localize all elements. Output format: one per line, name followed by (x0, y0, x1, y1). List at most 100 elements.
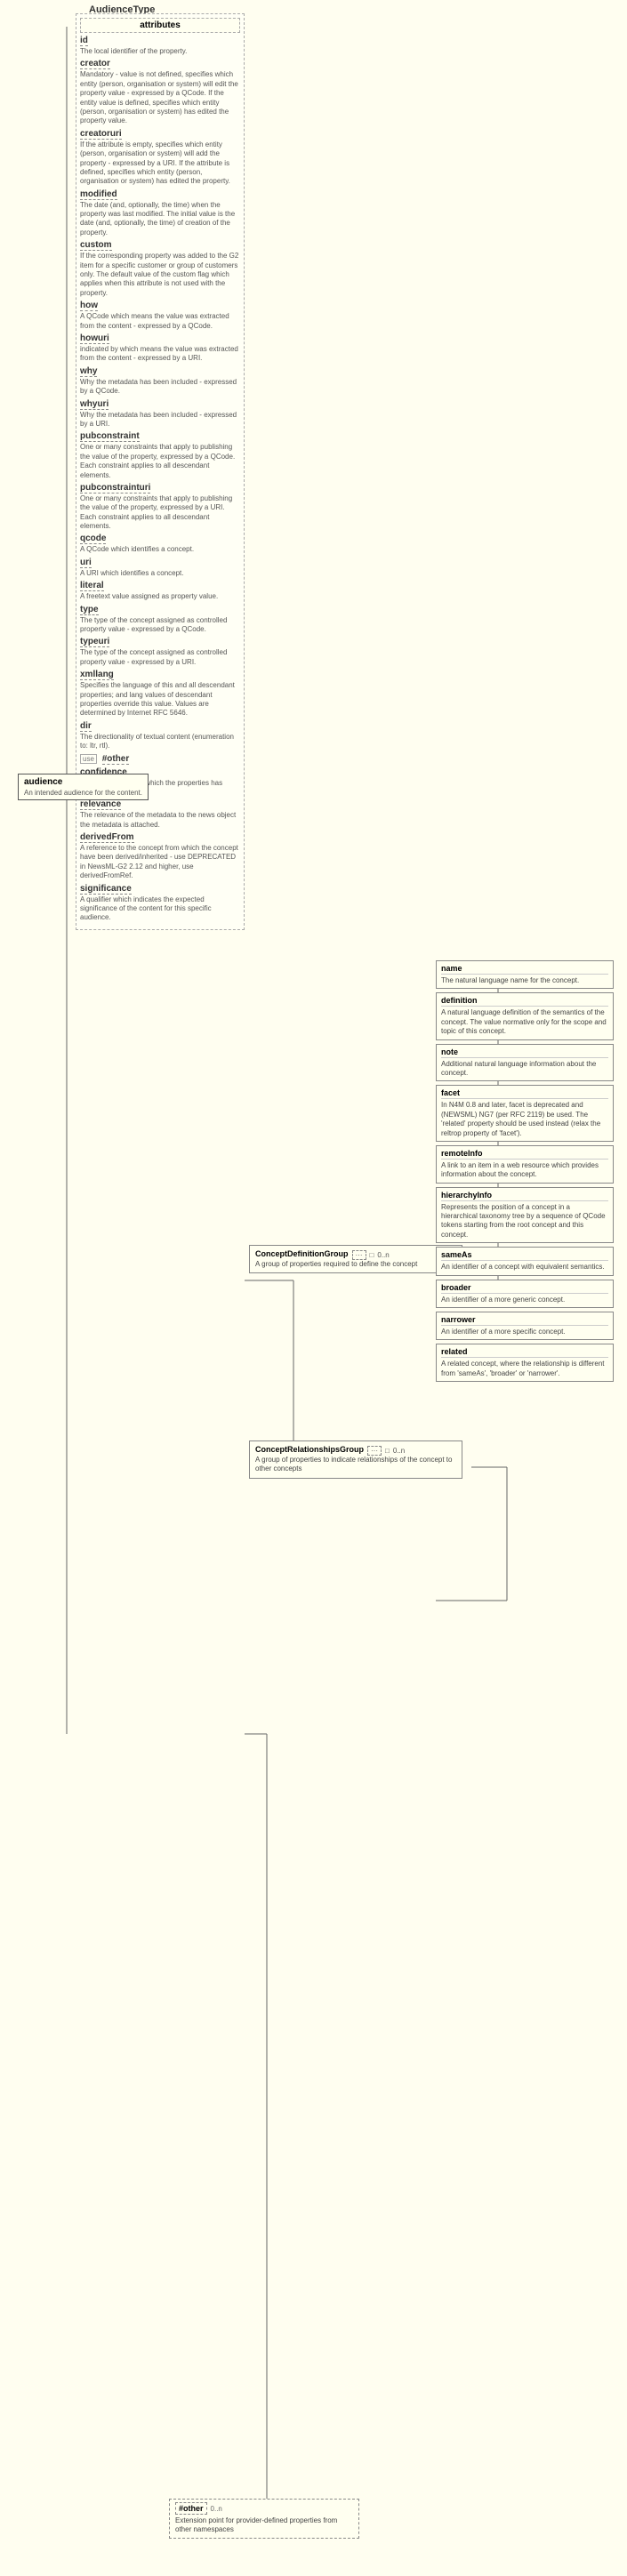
attr-uri: uri A URI which identifies a concept. (80, 558, 240, 578)
attr-modified: modified The date (and, optionally, the … (80, 189, 240, 238)
concept-relationships-group-desc: A group of properties to indicate relati… (255, 1456, 456, 1474)
attr-uri-name: uri (80, 558, 92, 568)
audience-box: audience An intended audience for the co… (18, 774, 149, 800)
attr-modified-name: modified (80, 189, 117, 200)
concept-remoteinfo-title: remoteInfo (441, 1149, 608, 1160)
attr-significance: significance A qualifier which indicates… (80, 884, 240, 923)
attr-id: id The local identifier of the property. (80, 36, 240, 56)
attr-derivedfrom: derivedFrom A reference to the concept f… (80, 832, 240, 881)
attr-why-desc: Why the metadata has been included - exp… (80, 378, 240, 397)
attr-dir: dir The directionality of textual conten… (80, 721, 240, 751)
attr-dir-name: dir (80, 721, 92, 732)
attr-relevance: relevance The relevance of the metadata … (80, 799, 240, 830)
concept-definition-title: definition (441, 996, 608, 1007)
concept-hierarchyinfo-box: hierarchyInfo Represents the position of… (436, 1187, 614, 1244)
cdg-count: 0..n (377, 1251, 389, 1259)
concept-broader-box: broader An identifier of a more generic … (436, 1280, 614, 1308)
attr-derivedfrom-name: derivedFrom (80, 832, 134, 843)
attr-custom-desc: If the corresponding property was added … (80, 252, 240, 298)
concept-definition-box: definition A natural language definition… (436, 992, 614, 1039)
concept-related-desc: A related concept, where the relationshi… (441, 1360, 608, 1378)
attr-uri-desc: A URI which identifies a concept. (80, 569, 240, 578)
extension-desc: Extension point for provider-defined pro… (175, 2516, 353, 2535)
concept-related-title: related (441, 1347, 608, 1358)
concept-facet-desc: In N4M 0.8 and later, facet is deprecate… (441, 1101, 608, 1138)
attr-literal-name: literal (80, 581, 104, 591)
concept-name-desc: The natural language name for the concep… (441, 976, 608, 985)
concept-note-desc: Additional natural language information … (441, 1060, 608, 1079)
attr-pubconstrainturi: pubconstrainturi One or many constraints… (80, 483, 240, 532)
attr-relevance-name: relevance (80, 799, 121, 810)
extension-box: #other 0..n Extension point for provider… (169, 2499, 359, 2539)
concept-name-box: name The natural language name for the c… (436, 960, 614, 989)
attr-how-name: how (80, 301, 98, 311)
concept-remoteinfo-box: remoteInfo A link to an item in a web re… (436, 1145, 614, 1184)
concept-narrower-box: narrower An identifier of a more specifi… (436, 1312, 614, 1340)
attr-howuri-desc: indicated by which means the value was e… (80, 345, 240, 364)
attr-how-desc: A QCode which means the value was extrac… (80, 312, 240, 331)
attr-whyuri: whyuri Why the metadata has been include… (80, 399, 240, 429)
attr-literal-desc: A freetext value assigned as property va… (80, 592, 240, 601)
attr-custom: custom If the corresponding property was… (80, 240, 240, 298)
attr-howuri: howuri indicated by which means the valu… (80, 333, 240, 364)
concept-definition-desc: A natural language definition of the sem… (441, 1008, 608, 1036)
concept-broader-title: broader (441, 1283, 608, 1294)
diagram-container: AudienceType attributes id The local ide… (0, 0, 627, 2576)
attr-typeuri-desc: The type of the concept assigned as cont… (80, 648, 240, 667)
attr-pubconstraint-name: pubconstraint (80, 431, 140, 442)
attr-how: how A QCode which means the value was ex… (80, 301, 240, 331)
cdg-nesting-icon: □ (370, 1251, 374, 1259)
attr-custom-name: custom (80, 240, 112, 251)
attr-qcode-desc: A QCode which identifies a concept. (80, 545, 240, 554)
attr-why: why Why the metadata has been included -… (80, 366, 240, 397)
crg-dots: ··· (367, 1446, 382, 1456)
attr-creator: creator Mandatory - value is not defined… (80, 59, 240, 125)
concept-definition-group-title: ConceptDefinitionGroup (255, 1249, 349, 1258)
concept-definition-group-desc: A group of properties required to define… (255, 1260, 456, 1269)
concept-hierarchyinfo-title: hierarchyInfo (441, 1191, 608, 1201)
concept-sameas-box: sameAs An identifier of a concept with e… (436, 1247, 614, 1275)
attr-creatoruri-desc: If the attribute is empty, specifies whi… (80, 140, 240, 187)
concept-relationships-group-title: ConceptRelationshipsGroup (255, 1445, 364, 1454)
attr-why-name: why (80, 366, 97, 377)
attr-relevance-desc: The relevance of the metadata to the new… (80, 811, 240, 830)
attr-qcode-name: qcode (80, 534, 106, 544)
attr-type: type The type of the concept assigned as… (80, 605, 240, 635)
attr-pubconstrainturi-desc: One or many constraints that apply to pu… (80, 494, 240, 532)
extension-cardinality: 0..n (211, 2505, 222, 2513)
attr-creatoruri: creatoruri If the attribute is empty, sp… (80, 129, 240, 187)
other-use-tag: use (80, 754, 97, 764)
concept-hierarchyinfo-desc: Represents the position of a concept in … (441, 1203, 608, 1240)
concept-note-title: note (441, 1047, 608, 1058)
attr-derivedfrom-desc: A reference to the concept from which th… (80, 844, 240, 881)
attr-whyuri-name: whyuri (80, 399, 109, 410)
attr-dir-desc: The directionality of textual content (e… (80, 733, 240, 751)
concept-note-box: note Additional natural language informa… (436, 1044, 614, 1082)
attr-creatoruri-name: creatoruri (80, 129, 122, 140)
attr-significance-name: significance (80, 884, 132, 895)
attr-qcode: qcode A QCode which identifies a concept… (80, 534, 240, 554)
crg-count: 0..n (393, 1447, 405, 1455)
concept-definition-group-box: ConceptDefinitionGroup ··· □ 0..n A grou… (249, 1245, 462, 1273)
attr-xmllang-desc: Specifies the language of this and all d… (80, 681, 240, 718)
concept-facet-title: facet (441, 1088, 608, 1099)
concept-broader-desc: An identifier of a more generic concept. (441, 1296, 608, 1304)
attr-modified-desc: The date (and, optionally, the time) whe… (80, 201, 240, 238)
attr-pubconstraint: pubconstraint One or many constraints th… (80, 431, 240, 480)
concept-narrower-desc: An identifier of a more specific concept… (441, 1328, 608, 1336)
attr-creator-desc: Mandatory - value is not defined, specif… (80, 70, 240, 125)
audience-desc: An intended audience for the content. (24, 789, 142, 797)
attr-xmllang: xmllang Specifies the language of this a… (80, 670, 240, 718)
attr-type-name: type (80, 605, 99, 615)
extension-title: #other (175, 2502, 207, 2515)
attr-pubconstraint-desc: One or many constraints that apply to pu… (80, 443, 240, 480)
attr-literal: literal A freetext value assigned as pro… (80, 581, 240, 601)
attr-pubconstrainturi-name: pubconstrainturi (80, 483, 150, 494)
attr-id-name: id (80, 36, 88, 46)
attr-xmllang-name: xmllang (80, 670, 114, 680)
concept-name-title: name (441, 964, 608, 975)
attr-type-desc: The type of the concept assigned as cont… (80, 616, 240, 635)
attr-other-name: #other (102, 754, 130, 765)
attr-significance-desc: A qualifier which indicates the expected… (80, 895, 240, 923)
attr-other: use #other (80, 754, 240, 765)
